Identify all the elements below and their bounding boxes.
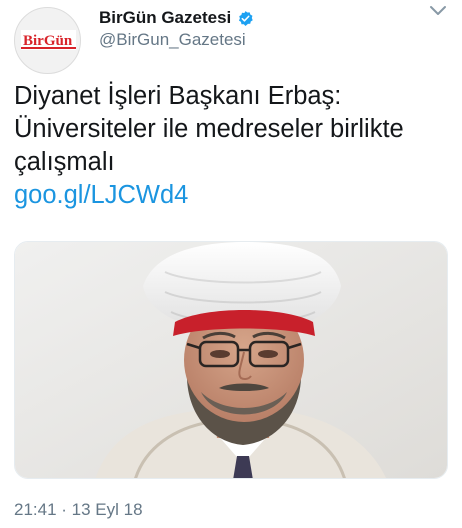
- verified-badge-icon: [239, 10, 253, 26]
- display-name[interactable]: BirGün Gazetesi: [99, 8, 231, 28]
- tweet-timestamp[interactable]: 21:41 · 13 Eyl 18: [14, 500, 143, 520]
- chevron-down-icon[interactable]: [428, 4, 448, 18]
- avatar-logo-text: BirGün: [23, 33, 73, 49]
- tweet-photo[interactable]: [14, 241, 448, 479]
- avatar[interactable]: BirGün: [14, 7, 81, 74]
- tweet-text-line: Diyanet İşleri Başkanı Erbaş:: [14, 82, 342, 110]
- tweet-link[interactable]: goo.gl/LJCWd4: [14, 179, 450, 212]
- birgun-logo-icon: BirGün: [21, 30, 76, 50]
- tweet-text-line: Üniversiteler ile medreseler birlikte: [14, 115, 404, 143]
- account-handle[interactable]: @BirGun_Gazetesi: [99, 30, 246, 50]
- tweet-text: Diyanet İşleri Başkanı Erbaş: Üniversite…: [14, 80, 450, 212]
- author-name-row[interactable]: BirGün Gazetesi: [99, 6, 254, 30]
- tweet-text-line: çalışmalı: [14, 148, 115, 176]
- portrait-photo-icon: [15, 242, 447, 478]
